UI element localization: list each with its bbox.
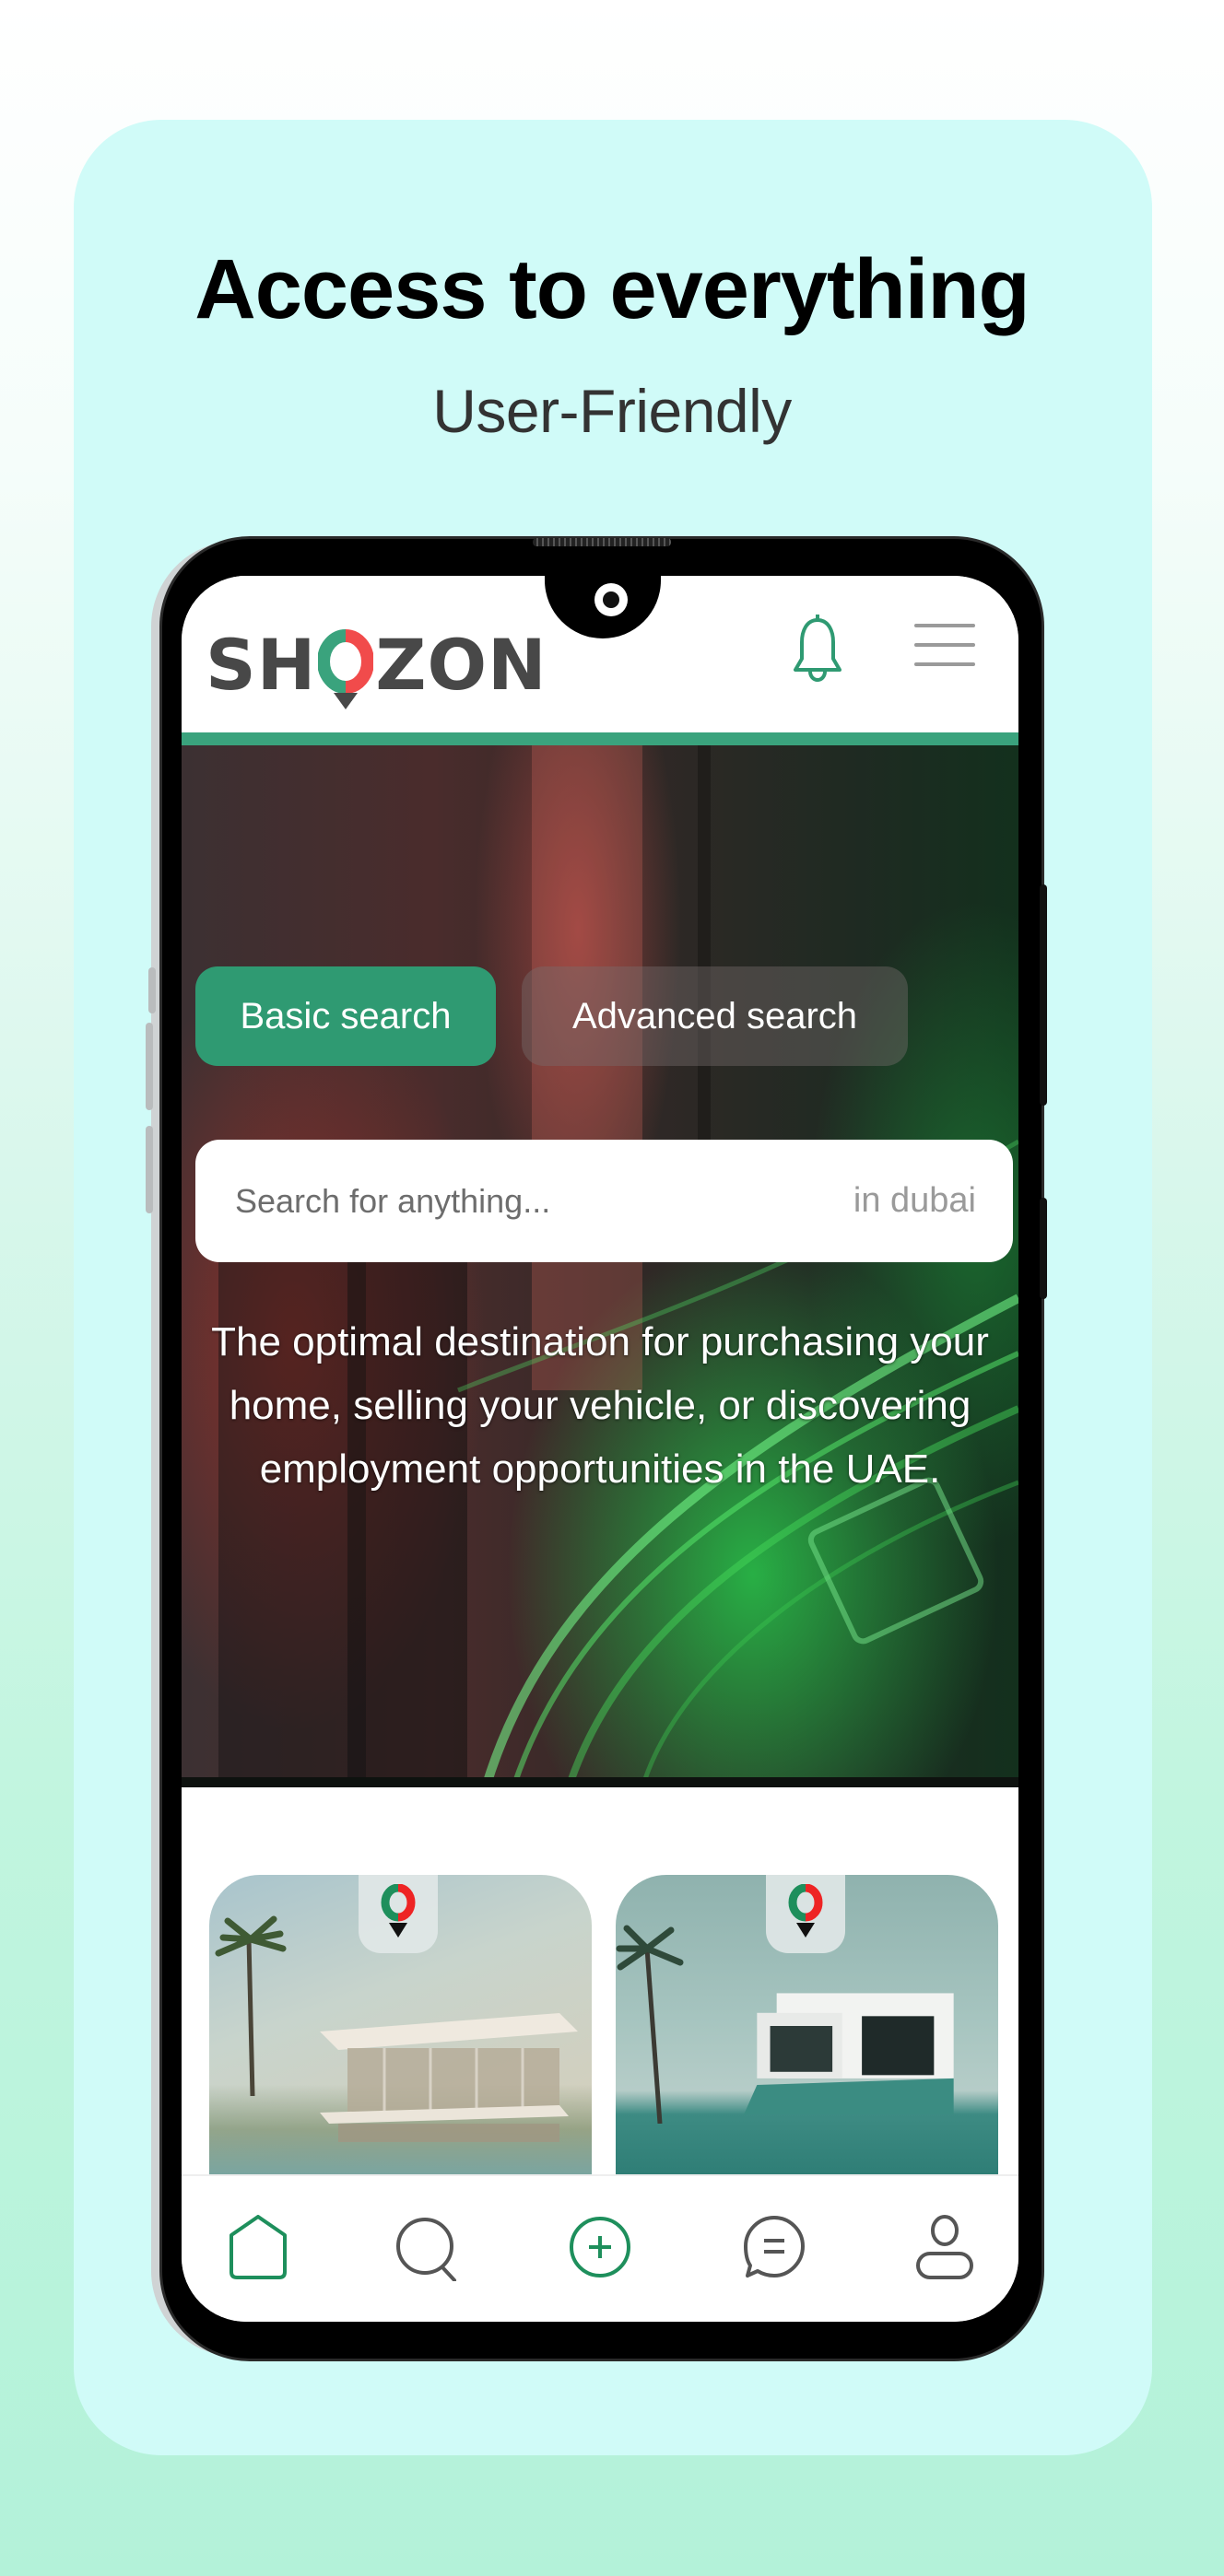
listing-card[interactable] [616, 1875, 998, 2174]
menu-line [914, 624, 975, 627]
phone-side-button-left [148, 967, 156, 1013]
logo-pin-icon [317, 608, 375, 709]
listing-image-villa [320, 2013, 578, 2142]
nav-profile-icon[interactable] [912, 2215, 977, 2279]
shozon-pin-icon [381, 1884, 416, 1938]
hero-tagline: The optimal destination for purchasing y… [211, 1319, 989, 1492]
promo-headline: Access to everything [194, 242, 1030, 336]
listing-badge [766, 1875, 845, 1953]
shozon-pin-icon [788, 1884, 823, 1938]
search-placeholder: Search for anything... [235, 1181, 551, 1220]
bottom-navigation [182, 2174, 1018, 2322]
phone-volume-down-button [146, 1126, 153, 1213]
hero-section: Basic search Advanced search Search for … [182, 745, 1018, 1787]
menu-line [914, 662, 975, 666]
shozon-logo[interactable]: SH ZON [206, 608, 547, 709]
search-input[interactable]: Search for anything... in dubai [195, 1140, 1013, 1262]
tab-advanced-search[interactable]: Advanced search [522, 966, 908, 1066]
header-accent-bar [182, 732, 1018, 745]
search-location[interactable]: in dubai [853, 1181, 976, 1221]
logo-text-right: ZON [375, 624, 547, 706]
phone-volume-up-button [146, 1023, 153, 1110]
bell-icon[interactable] [790, 615, 845, 686]
phone-screen: SH ZON Basic search Advanced search Sear… [182, 576, 1018, 2322]
nav-add-icon[interactable] [568, 2215, 632, 2279]
listing-image-pool-villa [744, 1993, 954, 2114]
promo-subheadline: User-Friendly [432, 377, 792, 445]
front-camera [594, 583, 628, 616]
nav-search-icon[interactable] [395, 2215, 460, 2282]
listing-badge [359, 1875, 438, 1953]
hero-background-image [182, 745, 1018, 1787]
nav-messages-icon[interactable] [742, 2215, 806, 2279]
phone-side-button-right [1040, 1198, 1047, 1299]
phone-speaker [533, 538, 671, 546]
logo-text-left: SH [206, 624, 317, 706]
menu-line [914, 643, 975, 647]
hamburger-menu-icon[interactable] [914, 624, 975, 675]
tab-basic-search[interactable]: Basic search [195, 966, 496, 1066]
nav-home-icon[interactable] [226, 2215, 290, 2279]
phone-power-button [1040, 884, 1047, 1106]
listing-card[interactable] [209, 1875, 592, 2174]
palm-tree [215, 1915, 287, 2096]
palm-tree [616, 1925, 684, 2124]
listings-section [182, 1787, 1018, 2174]
